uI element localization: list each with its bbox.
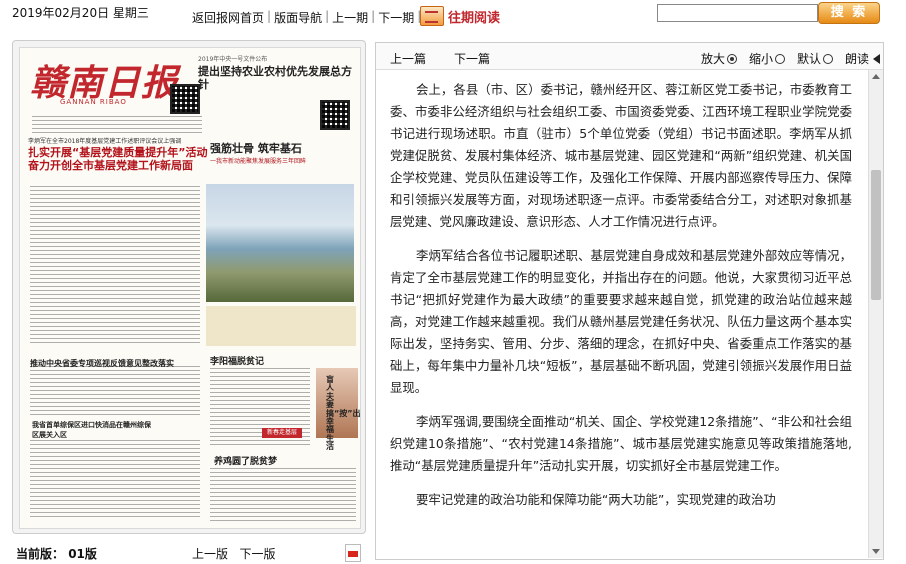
search-button[interactable]: 搜 索 [818, 2, 880, 24]
article-paragraph: 李炳军强调,要围绕全面推动“机关、国企、学校党建12条措施”、“非公和社会组织党… [390, 414, 852, 473]
feature-banner [206, 306, 356, 346]
article-panel: 上一篇 下一篇 放大 缩小 默认 朗读 会上，各县（市、区）委书记，赣州经开区、… [375, 42, 884, 560]
page-nav-link[interactable]: 版面导航 [274, 9, 322, 26]
text-column [30, 366, 200, 416]
speaker-icon [873, 53, 881, 64]
text-column [30, 440, 200, 520]
top-headline-kicker: 2019年中央一号文件公布 [198, 56, 268, 63]
bottom-headline-4: 我省首单综保区进口快消品在赣州综保区展关入区 [32, 421, 151, 439]
prev-issue-link[interactable]: 上一期 [332, 9, 368, 26]
photo-headline-text: 强筋壮骨 筑牢基石 [210, 142, 302, 155]
text-column [210, 468, 356, 523]
next-article-link[interactable]: 下一篇 [454, 50, 490, 67]
photo-headline: 强筋壮骨 筑牢基石 一我市新动能聚焦发展服务三年回眸 [210, 140, 350, 165]
past-reading-label: 往期阅读 [448, 10, 501, 26]
date-label: 2019年02月20日 星期三 [12, 6, 149, 20]
nav-separator: | [325, 9, 330, 23]
read-aloud-label: 朗读 [845, 52, 870, 66]
article-toolbar: 上一篇 下一篇 放大 缩小 默认 朗读 [376, 43, 883, 70]
text-column [30, 186, 200, 346]
main-headline-kicker: 李炳军在全市2018年度基层党建工作述职评议会议上强调 [28, 138, 182, 145]
default-size-label: 默认 [797, 52, 822, 66]
article-body: 会上，各县（市、区）委书记，赣州经开区、蓉江新区党工委书记，市委教育工委、市委非… [390, 79, 852, 557]
scroll-up-arrow-icon[interactable] [872, 74, 880, 79]
zoom-in-option[interactable]: 放大 [701, 50, 738, 67]
current-page: 当前版： 01版 [16, 545, 97, 562]
qr-code-icon [320, 100, 350, 130]
top-headline-text: 提出坚持农业农村优先发展总方针 [198, 65, 352, 92]
scroll-down-arrow-icon[interactable] [872, 549, 880, 554]
home-link[interactable]: 返回报网首页 [192, 9, 264, 26]
next-issue-link[interactable]: 下一期 [378, 9, 414, 26]
article-paragraph: 会上，各县（市、区）委书记，赣州经开区、蓉江新区党工委书记，市委教育工委、市委非… [390, 82, 852, 229]
current-page-value: 01版 [68, 547, 97, 561]
article-paragraph: 要牢记党建的政治功能和保障功能“两大功能”，实现党建的政治功 [416, 492, 776, 507]
newspaper-page-image[interactable]: 赣南日报 GANNAN RIBAO 2019年中央一号文件公布 提出坚持农业农村… [19, 47, 361, 529]
red-tag-label: 新春走基层 [266, 429, 297, 436]
top-headline: 2019年中央一号文件公布 提出坚持农业农村优先发展总方针 [198, 56, 352, 92]
main-headline-line2: 奋力开创全市基层党建工作新局面 [28, 159, 193, 173]
bottom-headline-2: 李阳福脱贫记 [210, 357, 265, 367]
current-page-label: 当前版： [16, 547, 65, 561]
past-reading-button[interactable]: 往期阅读 [420, 4, 500, 28]
main-headline-line1: 扎实开展“基层党建质量提升年”活动 [28, 145, 208, 159]
search-input[interactable] [657, 4, 818, 22]
red-tag: 新春走基层 [262, 428, 302, 438]
main-headline: 李炳军在全市2018年度基层党建工作述职评议会议上强调 扎实开展“基层党建质量提… [28, 138, 208, 173]
next-page-link[interactable]: 下一版 [239, 547, 275, 561]
newspaper-logo-sub: GANNAN RIBAO [60, 98, 127, 106]
zoom-out-radio-icon[interactable] [775, 53, 786, 64]
bottom-headline-1: 推动中央省委专项巡视反馈意见整改落实 [30, 359, 174, 368]
nav-separator: | [371, 9, 376, 23]
font-size-controls: 放大 缩小 默认 朗读 [701, 50, 881, 67]
article-scrollbar[interactable] [868, 70, 883, 558]
pdf-download-icon[interactable] [345, 544, 361, 562]
zoom-out-label: 缩小 [749, 52, 774, 66]
top-nav: 返回报网首页 | 版面导航 | 上一期 | 下一期 | [192, 9, 424, 26]
nav-separator: | [267, 9, 272, 23]
read-aloud-button[interactable]: 朗读 [845, 50, 881, 67]
page-preview-panel: 赣南日报 GANNAN RIBAO 2019年中央一号文件公布 提出坚持农业农村… [12, 40, 366, 534]
scrollbar-thumb[interactable] [871, 170, 881, 300]
top-bar: 2019年02月20日 星期三 返回报网首页 | 版面导航 | 上一期 | 下一… [0, 0, 906, 34]
calendar-icon [420, 6, 444, 26]
zoom-in-label: 放大 [701, 52, 726, 66]
text-column [32, 116, 202, 134]
prev-page-link[interactable]: 上一版 [192, 547, 228, 561]
article-paragraph: 李炳军结合各位书记履职述职、基层党建自身成效和基层党建外部效应等情况，肯定了全市… [390, 248, 852, 395]
page-nav: 上一版 下一版 [192, 545, 275, 562]
zoom-in-radio-icon[interactable] [727, 53, 738, 64]
qr-code-icon [170, 84, 200, 114]
default-radio-icon[interactable] [823, 53, 834, 64]
photo-headline-kicker: 一我市新动能聚焦发展服务三年回眸 [210, 158, 307, 165]
prev-article-link[interactable]: 上一篇 [390, 50, 426, 67]
default-size-option[interactable]: 默认 [797, 50, 834, 67]
vertical-headline: 盲人夫妻搞“按”出幸福生活 [326, 375, 360, 452]
bottom-headline-3: 养鸡圆了脱贫梦 [214, 457, 278, 467]
bridge-photo [206, 184, 354, 302]
zoom-out-option[interactable]: 缩小 [749, 50, 786, 67]
portrait-photo [316, 368, 358, 438]
